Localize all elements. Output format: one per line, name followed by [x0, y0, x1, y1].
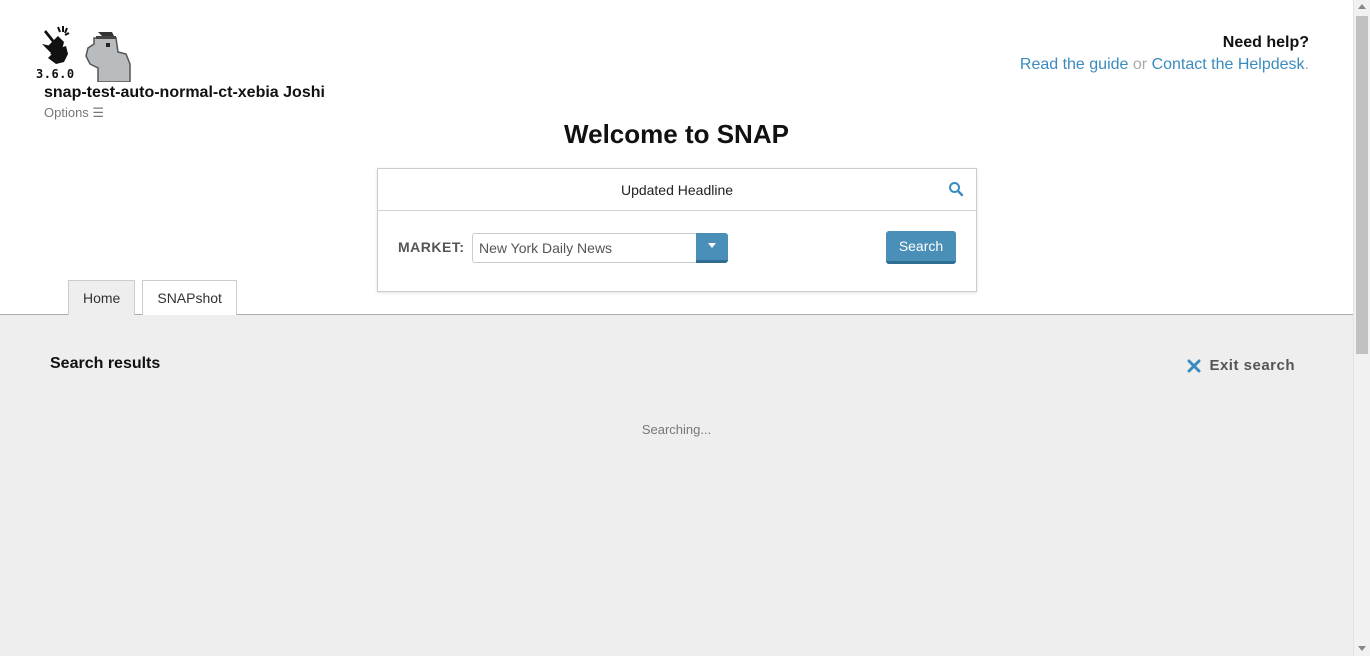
scroll-up-arrow-icon[interactable]: [1358, 4, 1366, 9]
headline-search-input[interactable]: [378, 169, 976, 211]
search-button[interactable]: Search: [886, 231, 956, 264]
read-guide-link[interactable]: Read the guide: [1020, 56, 1129, 73]
username: snap-test-auto-normal-ct-xebia Joshi: [44, 84, 325, 101]
app-logo[interactable]: 3.6.0: [34, 24, 144, 82]
help-title: Need help?: [1222, 34, 1309, 51]
headline-row: [378, 169, 976, 211]
market-dropdown-button[interactable]: [696, 233, 728, 263]
caret-down-icon: [708, 243, 716, 248]
scroll-down-arrow-icon[interactable]: [1358, 646, 1366, 651]
exit-search-button[interactable]: Exit search: [1187, 357, 1295, 374]
page-title: Welcome to SNAP: [564, 119, 789, 149]
snapping-hand-icon: [42, 26, 70, 64]
version-label: 3.6.0: [36, 67, 75, 81]
tab-bar: Home SNAPshot: [68, 280, 244, 315]
scrollbar-thumb[interactable]: [1356, 16, 1368, 354]
search-panel: MARKET: New York Daily News Search: [377, 168, 977, 292]
search-icon[interactable]: [948, 181, 964, 197]
help-trailing: .: [1304, 56, 1309, 73]
vertical-scrollbar[interactable]: [1353, 0, 1370, 656]
help-section: Need help? Read the guide or Contact the…: [1020, 34, 1309, 74]
market-label: MARKET:: [398, 239, 465, 255]
search-status: Searching...: [641, 422, 712, 437]
market-selected-value: New York Daily News: [479, 240, 613, 256]
results-title: Search results: [50, 355, 161, 372]
tab-home[interactable]: Home: [68, 280, 136, 315]
help-links: Read the guide or Contact the Helpdesk.: [1020, 56, 1309, 74]
close-icon: [1187, 359, 1201, 372]
contact-helpdesk-link[interactable]: Contact the Helpdesk: [1152, 56, 1305, 73]
dinosaur-mascot-icon: [85, 32, 131, 82]
results-panel: Search results Exit search Searching...: [0, 314, 1353, 656]
tab-snapshot[interactable]: SNAPshot: [142, 280, 237, 315]
page: 3.6.0 snap-test-auto-normal-ct-xebia Jos…: [0, 0, 1353, 656]
market-select[interactable]: New York Daily News: [472, 233, 728, 263]
help-separator: or: [1132, 56, 1148, 73]
exit-search-label: Exit search: [1209, 357, 1295, 374]
